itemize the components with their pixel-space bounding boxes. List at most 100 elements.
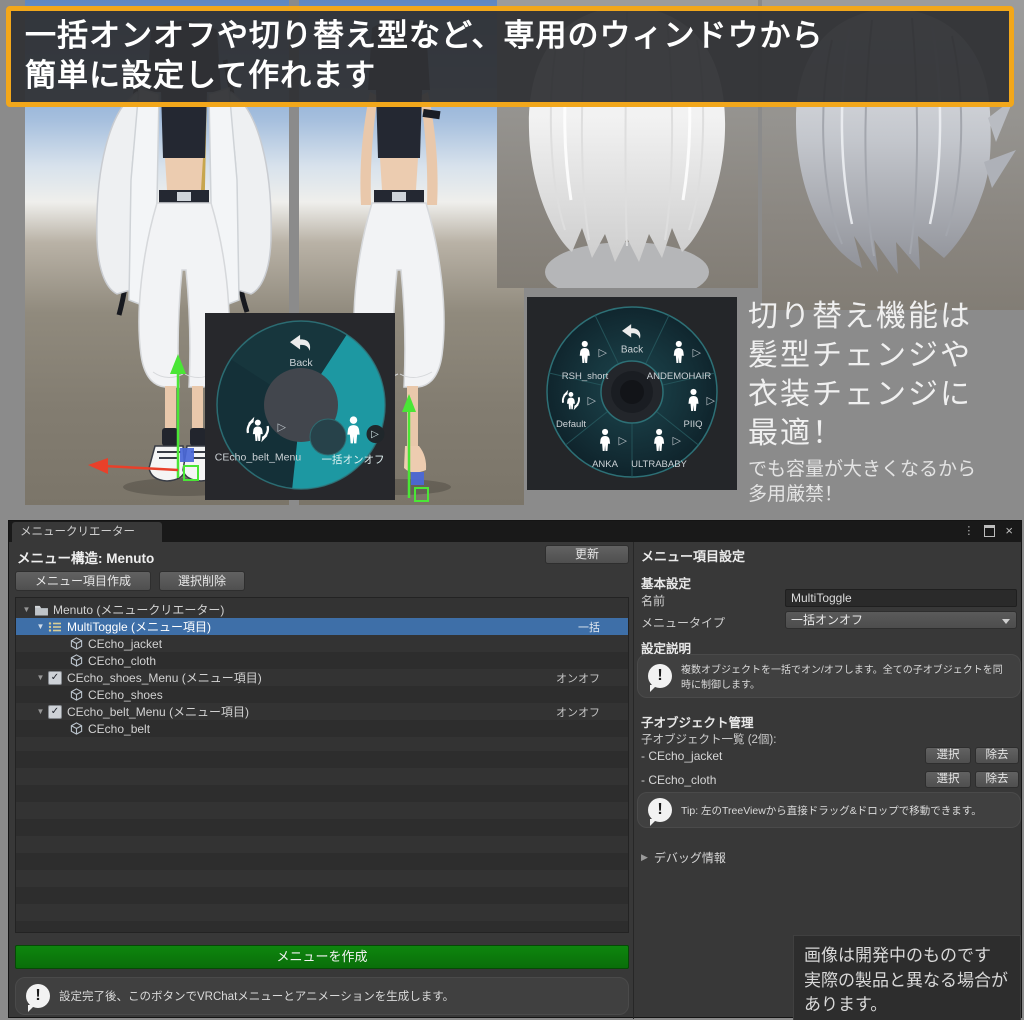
cube-icon [68,637,84,651]
radial-item-default: ▷ Default [556,388,586,430]
expander-icon[interactable]: ▼ [34,707,47,716]
side-note-line: 最適！ [748,414,1020,453]
tree-row-belt-menu[interactable]: ▼ ✓ CEcho_belt_Menu (メニュー項目) オンオフ [16,703,628,720]
radial-item-label: ANKA [592,459,618,470]
side-note-line: 衣装チェンジに [748,375,1020,414]
radial-item-label: Back [621,345,643,356]
select-child-button[interactable]: 選択 [925,771,971,788]
remove-child-button[interactable]: 除去 [975,747,1019,764]
refresh-button[interactable]: 更新 [545,545,629,564]
play-icon: ▷ [599,348,607,359]
panel-divider [633,542,634,1019]
radial-item-anka: ▷ ANKA [592,428,618,470]
create-menu-button[interactable]: メニューを作成 [15,945,629,969]
menu-type-dropdown[interactable]: 一括オンオフ [785,611,1017,629]
side-note-line: 髪型チェンジや [748,336,1020,375]
menu-structure-label: メニュー構造: Menuto [17,547,154,567]
person-icon [342,415,364,445]
menu-tree-view: ▼ Menuto (メニュークリエーター) ▼ MultiToggle (メニュ… [15,597,629,933]
menu-type-badge: オンオフ [556,670,600,686]
tab-menu-creator[interactable]: メニュークリエーター [12,522,162,542]
play-icon: ▷ [693,348,701,359]
description-info-box: ! 複数オブジェクトを一括でオン/オフします。全ての子オブジェクトを同時に制御し… [637,654,1021,698]
screenshot-root: Back ▷ CEcho_belt_Menu [0,0,1024,1020]
headline-line1: 一括オンオフや切り替え型など、専用のウィンドウから [25,16,995,56]
child-object-row: - CEcho_jacket [641,749,722,763]
transform-gizmo [387,392,447,504]
tree-row-label: CEcho_belt [88,722,150,736]
person-icon [684,388,702,412]
cube-icon [68,654,84,668]
info-icon: ! [26,984,50,1008]
generate-info-text: 設定完了後、このボタンでVRChatメニューとアニメーションを生成します。 [59,988,454,1004]
tree-row-label: CEcho_shoes_Menu (メニュー項目) [67,669,262,686]
radial-menu-small: Back ▷ CEcho_belt_Menu [205,313,395,500]
radial-item-label: ULTRABABY [631,459,687,470]
info-icon: ! [648,798,672,822]
tree-row-menuto[interactable]: ▼ Menuto (メニュークリエーター) [16,601,628,618]
radial-item-label: Default [556,419,586,430]
play-icon: ▷ [366,425,384,443]
debug-foldout[interactable]: ▶ デバッグ情報 [641,849,726,866]
tree-row-cecho-belt[interactable]: CEcho_belt [16,720,628,737]
radial-item-back: Back [619,323,645,356]
child-objects-count: 子オブジェクト一覧 (2個): [641,731,776,747]
delete-selection-button[interactable]: 選択削除 [159,571,245,591]
child-objects-header: 子オブジェクト管理 [641,712,754,731]
tree-row-label: CEcho_shoes [88,688,163,702]
radial-item-belt-menu: ▷ CEcho_belt_Menu [215,415,301,464]
inspector-title: メニュー項目設定 [641,546,745,565]
tree-row-cecho-cloth[interactable]: CEcho_cloth [16,652,628,669]
name-input[interactable] [785,589,1017,607]
tree-row-cecho-jacket[interactable]: CEcho_jacket [16,635,628,652]
window-tabbar: メニュークリエーター ⋮ × [9,521,1021,542]
basic-settings-header: 基本設定 [641,573,691,592]
radial-item-label: 一括オンオフ [322,452,385,467]
expander-icon[interactable]: ▼ [34,622,47,631]
expander-icon[interactable]: ▼ [34,673,47,682]
person-icon [670,340,688,364]
cube-icon [68,688,84,702]
select-child-button[interactable]: 選択 [925,747,971,764]
list-icon [47,620,63,634]
window-menu-icon[interactable]: ⋮ [963,524,974,537]
disclaimer-line: 画像は開発中のものです [804,944,1010,969]
menu-creator-window: メニュークリエーター ⋮ × メニュー構造: Menuto 更新 メニュー項目作… [8,520,1022,1018]
side-note: 切り替え機能は 髪型チェンジや 衣装チェンジに 最適！ でも容量が大きくなるから… [748,297,1020,507]
create-item-button[interactable]: メニュー項目作成 [15,571,151,591]
menu-type-badge: オンオフ [556,704,600,720]
side-note-line: 切り替え機能は [748,297,1020,336]
expander-icon[interactable]: ▼ [20,605,33,614]
radial-item-label: ANDEMOHAIR [647,371,711,382]
radial-item-label: RSH_short [562,371,608,382]
description-info-text: 複数オブジェクトを一括でオン/オフします。全ての子オブジェクトを同時に制御します… [681,661,1010,691]
cube-icon [68,722,84,736]
child-object-row: - CEcho_cloth [641,773,716,787]
generate-info-box: ! 設定完了後、このボタンでVRChatメニューとアニメーションを生成します。 [15,977,629,1015]
tree-row-shoes-menu[interactable]: ▼ ✓ CEcho_shoes_Menu (メニュー項目) オンオフ [16,669,628,686]
radial-item-rsh-short: ▷ RSH_short [562,340,608,382]
maximize-icon[interactable] [984,525,995,537]
tree-row-multitoggle[interactable]: ▼ MultiToggle (メニュー項目) 一括 [16,618,628,635]
checkbox-checked-icon[interactable]: ✓ [47,671,63,685]
radial-item-andemohair: ▷ ANDEMOHAIR [647,340,711,382]
tree-row-label: MultiToggle (メニュー項目) [67,618,211,635]
menu-type-label: メニュータイプ [641,614,725,631]
submenu-person-icon [559,388,583,412]
name-label: 名前 [641,592,665,609]
radial-item-multitoggle: ▷ 一括オンオフ [322,415,385,467]
window-controls: ⋮ × [963,524,1013,537]
tip-info-text: Tip: 左のTreeViewから直接ドラッグ&ドロップで移動できます。 [681,803,982,818]
disclaimer-line: あります。 [804,993,1010,1018]
menu-type-value: 一括オンオフ [791,613,863,627]
person-icon [596,428,614,452]
close-icon[interactable]: × [1005,524,1013,537]
remove-child-button[interactable]: 除去 [975,771,1019,788]
checkbox-checked-icon[interactable]: ✓ [47,705,63,719]
tree-row-cecho-shoes[interactable]: CEcho_shoes [16,686,628,703]
transform-gizmo [80,348,210,493]
info-icon: ! [648,664,672,688]
radial-item-label: CEcho_belt_Menu [215,452,301,464]
menu-type-badge: 一括 [578,619,600,635]
play-icon: ▷ [673,436,681,447]
